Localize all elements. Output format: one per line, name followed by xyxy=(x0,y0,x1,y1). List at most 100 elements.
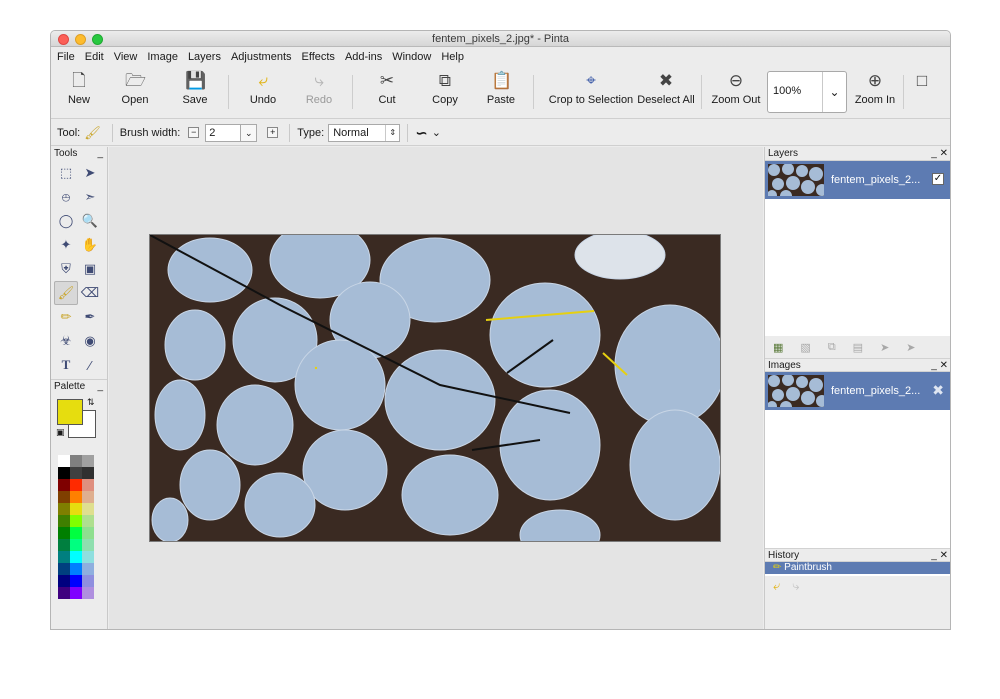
menu-layers[interactable]: Layers xyxy=(188,51,221,63)
menu-add-ins[interactable]: Add-ins xyxy=(345,51,382,63)
palette-color-swatch[interactable] xyxy=(82,551,94,563)
pan-tool[interactable]: ✋ xyxy=(78,233,102,257)
palette-color-swatch[interactable] xyxy=(58,479,70,491)
save-button[interactable]: 💾 Save xyxy=(175,71,215,115)
zoom-in-button[interactable]: ⊕ Zoom In xyxy=(853,71,897,115)
gradient-tool[interactable]: ▣ xyxy=(78,257,102,281)
merge-layer-icon[interactable]: ▤ xyxy=(853,341,863,354)
layer-visibility-checkbox[interactable]: ✓ xyxy=(932,173,944,185)
move-selected-tool[interactable]: ➤ xyxy=(78,161,102,185)
palette-color-swatch[interactable] xyxy=(70,503,82,515)
palette-color-swatch[interactable] xyxy=(70,455,82,467)
panel-controls[interactable]: _ ✕ xyxy=(931,147,948,161)
palette-color-swatch[interactable] xyxy=(58,539,70,551)
decrease-width-button[interactable]: − xyxy=(188,127,200,138)
palette-color-swatch[interactable] xyxy=(82,467,94,479)
swap-colors-icon[interactable]: ⇅ xyxy=(87,397,95,408)
palette-color-swatch[interactable] xyxy=(82,587,94,599)
palette-color-swatch[interactable] xyxy=(58,455,70,467)
palette-color-swatch[interactable] xyxy=(70,587,82,599)
duplicate-layer-icon[interactable]: ⧉ xyxy=(828,341,836,354)
redo-arrow-icon[interactable]: ⤷ xyxy=(792,578,799,594)
image-canvas[interactable] xyxy=(149,234,721,542)
image-row[interactable]: fentem_pixels_2... ✖ xyxy=(765,372,950,410)
delete-layer-icon[interactable]: ▧ xyxy=(800,341,810,354)
clone-stamp-tool[interactable]: ☣ xyxy=(54,329,78,353)
palette-color-swatch[interactable] xyxy=(58,563,70,575)
palette-color-swatch[interactable] xyxy=(70,527,82,539)
close-window-button[interactable] xyxy=(58,34,69,45)
text-tool[interactable]: T xyxy=(54,353,78,377)
menu-file[interactable]: File xyxy=(57,51,75,63)
move-layer-up-icon[interactable]: ➤ xyxy=(880,341,889,354)
paintbrush-tool[interactable]: 🖌 xyxy=(54,281,78,305)
rectangle-select-tool[interactable]: ⬚ xyxy=(54,161,78,185)
palette-color-swatch[interactable] xyxy=(70,563,82,575)
paste-button[interactable]: 📋 Paste xyxy=(479,71,523,115)
close-image-icon[interactable]: ✖ xyxy=(932,382,944,399)
layer-row[interactable]: fentem_pixels_2... ✓ xyxy=(765,161,950,199)
cut-button[interactable]: ✂ Cut xyxy=(367,71,407,115)
minimize-icon[interactable]: _ xyxy=(97,147,103,161)
primary-color-swatch[interactable] xyxy=(57,399,83,425)
eraser-tool[interactable]: ⌫ xyxy=(78,281,102,305)
photo-image[interactable] xyxy=(150,235,721,542)
redo-button[interactable]: ⤷ Redo xyxy=(299,71,339,115)
move-selection-tool[interactable]: ➣ xyxy=(78,185,102,209)
brush-width-input[interactable]: 2 xyxy=(205,123,242,142)
increase-width-button[interactable]: + xyxy=(267,127,279,138)
panel-controls[interactable]: _ ✕ xyxy=(931,549,948,563)
magic-wand-tool[interactable]: ✦ xyxy=(54,233,78,257)
palette-color-swatch[interactable] xyxy=(82,563,94,575)
palette-color-swatch[interactable] xyxy=(70,491,82,503)
menu-help[interactable]: Help xyxy=(441,51,464,63)
palette-color-swatch[interactable] xyxy=(58,515,70,527)
paintbrush-icon[interactable]: 🖌 xyxy=(84,125,101,141)
panel-controls[interactable]: _ ✕ xyxy=(931,359,948,373)
zoom-tool[interactable]: 🔍 xyxy=(78,209,102,233)
palette-color-swatch[interactable] xyxy=(70,539,82,551)
palette-color-swatch[interactable] xyxy=(58,587,70,599)
menu-window[interactable]: Window xyxy=(392,51,431,63)
palette-color-swatch[interactable] xyxy=(58,575,70,587)
palette-color-swatch[interactable] xyxy=(82,479,94,491)
menu-effects[interactable]: Effects xyxy=(302,51,335,63)
palette-color-swatch[interactable] xyxy=(58,551,70,563)
zoom-out-button[interactable]: ⊖ Zoom Out xyxy=(711,71,761,115)
open-button[interactable]: 🗁 Open xyxy=(115,71,155,115)
antialiasing-icon[interactable]: ∽ xyxy=(415,124,428,142)
add-layer-icon[interactable]: ▦ xyxy=(773,341,783,354)
canvas-area[interactable] xyxy=(109,147,763,629)
paint-bucket-tool[interactable]: ⛨ xyxy=(54,257,78,281)
ellipse-select-tool[interactable]: ◯ xyxy=(54,209,78,233)
color-picker-tool[interactable]: ✒ xyxy=(78,305,102,329)
canvas-resize-button[interactable]: □ xyxy=(909,71,935,115)
palette-color-swatch[interactable] xyxy=(82,455,94,467)
palette-color-swatch[interactable] xyxy=(58,503,70,515)
line-curve-tool[interactable]: ∕ xyxy=(78,353,102,377)
recolor-tool[interactable]: ◉ xyxy=(78,329,102,353)
minimize-window-button[interactable] xyxy=(75,34,86,45)
minimize-icon[interactable]: _ xyxy=(97,380,103,394)
menu-image[interactable]: Image xyxy=(147,51,178,63)
palette-color-swatch[interactable] xyxy=(70,575,82,587)
lasso-select-tool[interactable]: ⦺ xyxy=(54,185,78,209)
reset-colors-icon[interactable]: ▣ xyxy=(56,427,65,438)
maximize-window-button[interactable] xyxy=(92,34,103,45)
menu-adjustments[interactable]: Adjustments xyxy=(231,51,292,63)
palette-color-swatch[interactable] xyxy=(70,551,82,563)
palette-color-swatch[interactable] xyxy=(58,491,70,503)
palette-color-swatch[interactable] xyxy=(82,515,94,527)
undo-button[interactable]: ⤶ Undo xyxy=(243,71,283,115)
zoom-value[interactable]: 100% xyxy=(773,85,801,97)
palette-color-swatch[interactable] xyxy=(58,467,70,479)
crop-to-selection-button[interactable]: ⌖ Crop to Selection xyxy=(545,71,637,115)
palette-color-swatch[interactable] xyxy=(82,527,94,539)
palette-color-swatch[interactable] xyxy=(58,527,70,539)
palette-color-swatch[interactable] xyxy=(82,539,94,551)
palette-color-swatch[interactable] xyxy=(82,491,94,503)
copy-button[interactable]: ⧉ Copy xyxy=(423,71,467,115)
palette-color-swatch[interactable] xyxy=(82,503,94,515)
menu-view[interactable]: View xyxy=(114,51,138,63)
chevron-down-icon[interactable]: ⌄ xyxy=(432,126,441,139)
